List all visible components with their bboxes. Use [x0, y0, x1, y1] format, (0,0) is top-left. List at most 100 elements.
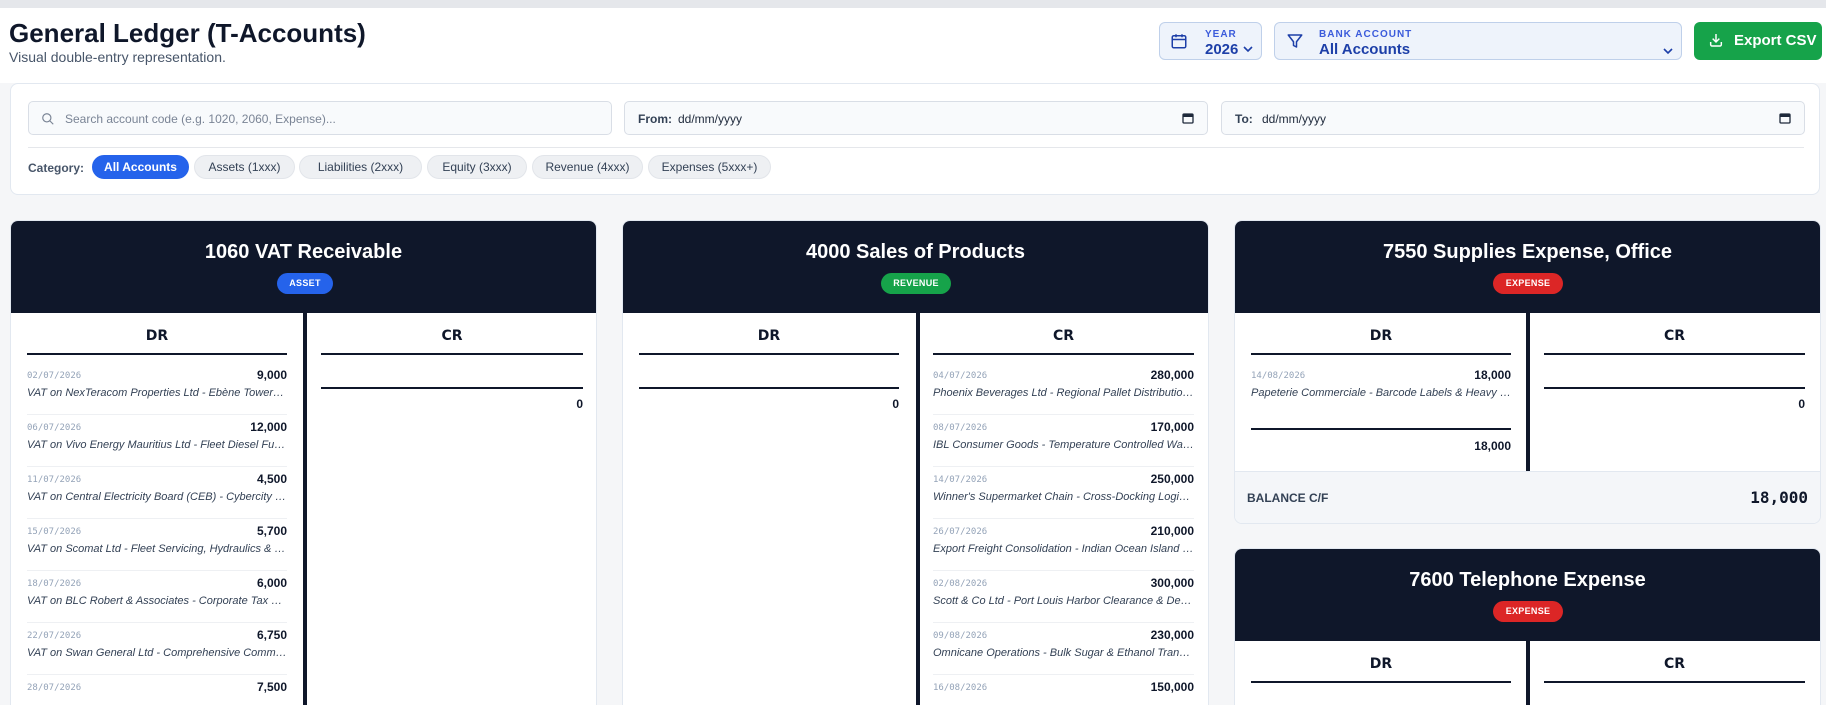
ledger-entry: 26/07/2026 210,000 Export Freight Consol… [933, 519, 1194, 571]
category-chip-assets[interactable]: Assets (1xxx) [194, 155, 295, 179]
dr-total: 0 [892, 397, 899, 411]
dr-header: DR [1369, 656, 1393, 672]
entry-amount: 12,000 [250, 420, 287, 434]
cr-header-rule [321, 353, 583, 355]
chevron-down-icon [1243, 46, 1253, 53]
entry-date: 14/08/2026 [1251, 371, 1306, 381]
cr-header: CR [1663, 328, 1686, 344]
top-strip [0, 0, 1826, 8]
category-chip-revenue[interactable]: Revenue (4xxx) [532, 155, 643, 179]
dr-header: DR [1369, 328, 1393, 344]
entry-amount: 6,750 [256, 628, 287, 642]
calendar-icon[interactable] [1779, 112, 1791, 124]
t-account-divider [916, 313, 920, 705]
bank-account-value: All Accounts [1319, 41, 1411, 58]
entry-date: 22/07/2026 [27, 631, 82, 641]
cr-header-rule [933, 353, 1194, 355]
t-account-title: 7550 Supplies Expense, Office [1382, 241, 1672, 263]
to-date-value: dd/mm/yyyy [1262, 112, 1327, 126]
search-input[interactable]: Search account code (e.g. 1020, 2060, Ex… [28, 101, 612, 135]
chevron-down-icon [1663, 48, 1673, 55]
export-csv-button[interactable]: Export CSV [1694, 22, 1822, 60]
entry-amount: 230,000 [1150, 628, 1194, 642]
entry-date: 15/07/2026 [27, 527, 82, 537]
category-chip-expenses[interactable]: Expenses (5xxx+) [648, 155, 771, 179]
bank-account-selector[interactable]: BANK ACCOUNT All Accounts [1274, 22, 1682, 60]
t-account-divider [1526, 313, 1530, 471]
entry-date: 06/07/2026 [27, 423, 82, 433]
year-selector[interactable]: YEAR 2026 [1159, 22, 1262, 60]
cr-total: 0 [576, 397, 583, 411]
entry-date: 14/07/2026 [933, 475, 988, 485]
balance-carried-forward: BALANCE C/F 18,000 [1235, 471, 1820, 523]
entry-date: 16/08/2026 [933, 683, 988, 693]
export-csv-label: Export CSV [1734, 32, 1817, 49]
from-date-value: dd/mm/yyyy [678, 112, 743, 126]
to-date-field[interactable]: To: dd/mm/yyyy [1221, 101, 1805, 135]
filter-panel: Search account code (e.g. 1020, 2060, Ex… [10, 83, 1820, 195]
account-type-badge: EXPENSE [1493, 601, 1563, 622]
entry-amount: 250,000 [1150, 472, 1194, 486]
cr-header: CR [1663, 656, 1686, 672]
entry-amount: 9,000 [256, 368, 287, 382]
account-type-badge: ASSET [277, 273, 333, 294]
t-account-card: 4000 Sales of Products REVENUE DR 0 CR 0… [622, 220, 1209, 705]
entry-description: Scott & Co Ltd - Port Louis Harbor Clear… [933, 595, 1194, 607]
t-account-header: 7600 Telephone Expense EXPENSE [1235, 549, 1820, 641]
filter-icon [1287, 34, 1303, 48]
cr-header-rule [1544, 353, 1805, 355]
entry-description: IBL Consumer Goods - Temperature Control… [933, 439, 1194, 451]
entry-date: 02/07/2026 [27, 371, 82, 381]
entry-amount: 150,000 [1150, 680, 1194, 694]
dr-header-rule [639, 353, 899, 355]
cr-header: CR [1052, 328, 1075, 344]
search-placeholder: Search account code (e.g. 1020, 2060, Ex… [65, 112, 336, 126]
t-account-card: 7550 Supplies Expense, Office EXPENSE DR… [1234, 220, 1821, 524]
category-chip-liabilities[interactable]: Liabilities (2xxx) [299, 155, 422, 179]
account-type-badge: REVENUE [881, 273, 951, 294]
dr-total-rule [1251, 428, 1511, 430]
ledger-entry: 16/08/2026 150,000 [933, 675, 1194, 705]
entry-description: Export Freight Consolidation - Indian Oc… [933, 543, 1194, 555]
ledger-entry: 14/08/2026 18,000 Papeterie Commerciale … [1251, 363, 1511, 415]
search-icon [42, 113, 54, 125]
dr-total: 18,000 [1474, 439, 1511, 453]
category-chip-equity[interactable]: Equity (3xxx) [427, 155, 527, 179]
entry-date: 18/07/2026 [27, 579, 82, 589]
page-subtitle: Visual double-entry representation. [9, 49, 226, 65]
ledger-entry: 18/07/2026 6,000 VAT on BLC Robert & Ass… [27, 571, 287, 623]
entry-description: Papeterie Commerciale - Barcode Labels &… [1251, 387, 1511, 399]
ledger-entry: 04/07/2026 280,000 Phoenix Beverages Ltd… [933, 363, 1194, 415]
entry-date: 08/07/2026 [933, 423, 988, 433]
entry-amount: 18,000 [1474, 368, 1511, 382]
ledger-entry: 28/07/2026 7,500 [27, 675, 287, 705]
ledger-entry: 14/07/2026 250,000 Winner's Supermarket … [933, 467, 1194, 519]
dr-total-rule [639, 387, 899, 389]
category-chip-all[interactable]: All Accounts [92, 155, 189, 179]
entry-date: 04/07/2026 [933, 371, 988, 381]
t-account-card: 1060 VAT Receivable ASSET DR 02/07/2026 … [10, 220, 597, 705]
from-label: From: [638, 112, 672, 126]
t-account-header: 1060 VAT Receivable ASSET [11, 221, 596, 313]
t-account-header: 7550 Supplies Expense, Office EXPENSE [1235, 221, 1820, 313]
to-label: To: [1235, 112, 1253, 126]
calendar-icon[interactable] [1182, 112, 1194, 124]
ledger-entry: 15/07/2026 5,700 VAT on Scomat Ltd - Fle… [27, 519, 287, 571]
from-date-field[interactable]: From: dd/mm/yyyy [624, 101, 1208, 135]
entry-description: Winner's Supermarket Chain - Cross-Docki… [933, 491, 1194, 503]
balance-label: BALANCE C/F [1247, 491, 1329, 505]
ledger-entry: 22/07/2026 6,750 VAT on Swan General Ltd… [27, 623, 287, 675]
entry-amount: 6,000 [256, 576, 287, 590]
account-type-badge: EXPENSE [1493, 273, 1563, 294]
t-account-title: 4000 Sales of Products [806, 241, 1025, 263]
page-header: General Ledger (T-Accounts) Visual doubl… [0, 8, 1826, 83]
t-account-header: 4000 Sales of Products REVENUE [623, 221, 1208, 313]
ledger-entry: 08/07/2026 170,000 IBL Consumer Goods - … [933, 415, 1194, 467]
entry-amount: 280,000 [1150, 368, 1194, 382]
ledger-entry: 02/08/2026 300,000 Scott & Co Ltd - Port… [933, 571, 1194, 623]
t-account-divider [303, 313, 307, 705]
entry-description: VAT on Swan General Ltd - Comprehensive … [27, 647, 287, 659]
entry-amount: 7,500 [256, 680, 287, 694]
entry-date: 09/08/2026 [933, 631, 988, 641]
dr-header-rule [1251, 681, 1511, 683]
